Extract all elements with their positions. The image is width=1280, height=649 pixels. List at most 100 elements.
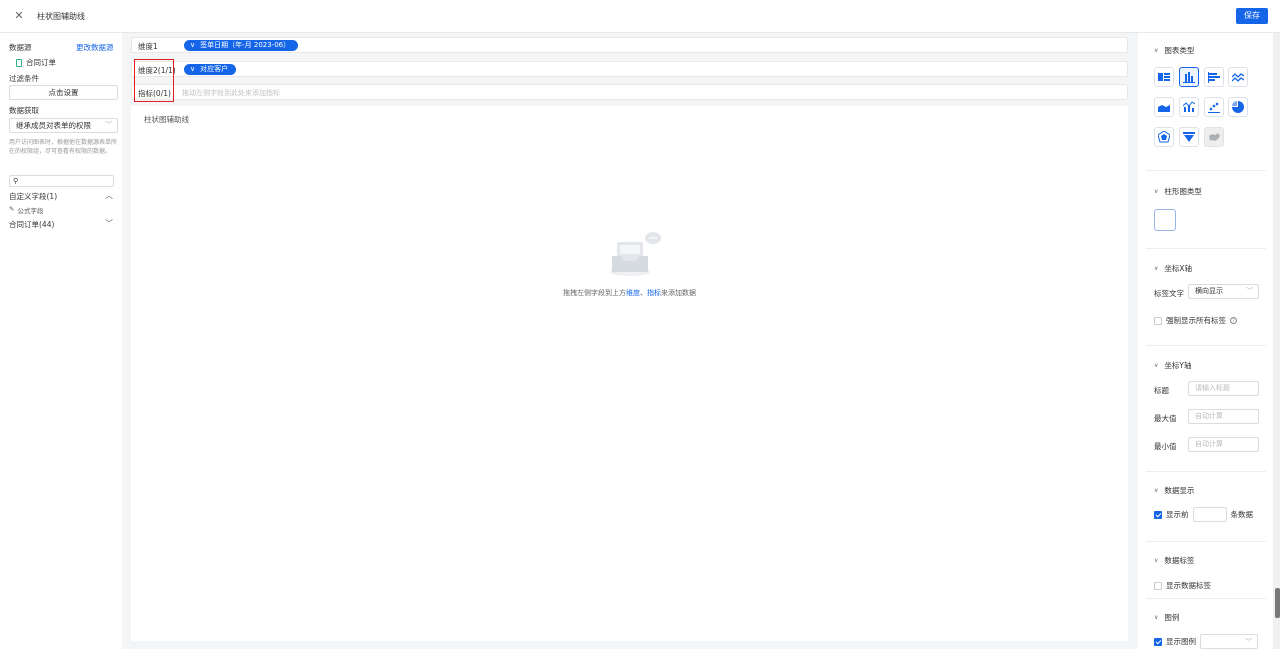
chart-type-funnel[interactable]	[1179, 127, 1199, 147]
chevron-down-icon: ﹀	[105, 121, 112, 129]
chart-type-line[interactable]	[1228, 67, 1248, 87]
show-data-label-checkbox[interactable]	[1154, 581, 1162, 590]
formula-field-item[interactable]: ✎ 公式字段	[9, 205, 43, 215]
show-legend-label: 显示图例	[1166, 637, 1196, 646]
permission-description: 用户访问图表时，根据他在数据源表单所在的权限组，尽可查看有权限的数据。	[9, 139, 118, 155]
top-bar: ✕ 柱状图辅助线 保存	[0, 0, 1280, 33]
map-chart-icon	[1209, 133, 1220, 141]
chevron-up-icon: ︿	[105, 191, 113, 200]
fetch-label: 数据获取	[9, 106, 39, 115]
bar-subtype-option[interactable]	[1154, 209, 1176, 231]
divider	[1146, 170, 1266, 171]
contract-fields-label: 合同订单(44)	[9, 220, 55, 229]
empty-hint-separator: 、	[640, 289, 647, 297]
empty-hint-pre: 拖拽左侧字段到上方	[563, 289, 626, 297]
y-title-input[interactable]: 请输入标题	[1188, 381, 1259, 396]
legend-section[interactable]: ∨ 图例	[1154, 612, 1179, 623]
dimension1-row[interactable]: 维度1 ∨ 签单日期（年-月 2023-06）	[131, 37, 1128, 53]
chart-canvas: 柱状图辅助线 拖拽左侧字段到上方维度、指标来添加数据	[131, 106, 1128, 641]
y-axis-section[interactable]: ∨ 坐标Y轴	[1154, 360, 1192, 371]
search-icon: ⚲	[13, 177, 19, 185]
permission-select-value: 继承成员对表单的权限	[16, 121, 91, 130]
chart-type-scatter[interactable]	[1204, 97, 1224, 117]
chart-type-pie[interactable]	[1228, 97, 1248, 117]
divider	[1146, 598, 1266, 599]
chart-type-area[interactable]	[1154, 97, 1174, 117]
filter-set-button[interactable]: 点击设置	[9, 85, 118, 100]
contract-fields-group[interactable]: 合同订单(44) ﹀	[9, 219, 115, 230]
save-button[interactable]: 保存	[1236, 8, 1268, 24]
y-max-input[interactable]: 自动计算	[1188, 409, 1259, 424]
show-first-count-input[interactable]	[1192, 507, 1227, 522]
data-label-section[interactable]: ∨ 数据标签	[1154, 555, 1194, 566]
field-search-input[interactable]: ⚲	[9, 175, 114, 187]
datasource-item[interactable]: 合同订单	[16, 57, 56, 68]
empty-hint-metric: 指标	[647, 289, 661, 297]
dimension1-pill[interactable]: ∨ 签单日期（年-月 2023-06）	[184, 40, 299, 51]
force-show-label: 强制显示所有标签	[1166, 316, 1226, 325]
x-axis-heading: 坐标X轴	[1164, 264, 1193, 273]
y-axis-heading: 坐标Y轴	[1164, 361, 1192, 370]
chart-type-radar[interactable]	[1154, 127, 1174, 147]
left-panel: 数据源 更改数据源 合同订单 过滤条件 点击设置 数据获取 继承成员对表单的权限…	[0, 33, 122, 649]
metric-placeholder: 拖动左侧字段到此处来添加指标	[182, 89, 280, 97]
chart-title: 柱状图辅助线	[144, 115, 189, 124]
line-chart-icon	[1232, 73, 1244, 82]
custom-fields-group[interactable]: 自定义字段(1) ︿	[9, 191, 115, 202]
document-icon	[16, 58, 22, 67]
show-legend-option[interactable]: 显示图例 ﹀	[1154, 634, 1258, 649]
caret-down-icon: ∨	[1154, 47, 1159, 54]
chart-type-table[interactable]	[1154, 67, 1174, 87]
chart-type-horizontal-bar[interactable]	[1204, 67, 1224, 87]
dimension2-row[interactable]: 维度2(1/1) ∨ 对应客户	[131, 61, 1128, 77]
pencil-icon: ✎	[9, 205, 15, 213]
legend-position-select[interactable]: ﹀	[1200, 634, 1258, 649]
metric-row[interactable]: 指标(0/1) 拖动左侧字段到此处来添加指标	[131, 84, 1128, 100]
bar-type-section[interactable]: ∨ 柱形图类型	[1154, 186, 1202, 197]
show-data-label-option[interactable]: 显示数据标签	[1154, 580, 1211, 591]
chevron-down-icon: ﹀	[1246, 287, 1253, 295]
y-min-input[interactable]: 自动计算	[1188, 437, 1259, 452]
chart-type-heading: 图表类型	[1164, 46, 1195, 55]
bar-chart-icon	[1183, 72, 1195, 83]
chart-type-section[interactable]: ∨ 图表类型	[1154, 45, 1194, 56]
formula-field-label: 公式字段	[17, 207, 44, 215]
chart-type-bar[interactable]	[1179, 67, 1199, 87]
show-first-checkbox[interactable]	[1154, 510, 1162, 519]
label-text-select[interactable]: 横向显示 ﹀	[1188, 284, 1259, 299]
bar-type-heading: 柱形图类型	[1164, 187, 1202, 196]
show-first-option[interactable]: 显示前 条数据	[1154, 507, 1253, 522]
funnel-chart-icon	[1183, 132, 1195, 142]
empty-inbox-icon	[610, 232, 661, 276]
x-axis-section[interactable]: ∨ 坐标X轴	[1154, 263, 1192, 274]
permission-select[interactable]: 继承成员对表单的权限 ﹀	[9, 118, 118, 133]
right-panel: ∨ 图表类型 ∨ 柱形图类型 ∨ 坐标X轴 标签文字 横向显示 ﹀ 强制显示所有…	[1138, 33, 1273, 649]
legend-heading: 图例	[1164, 613, 1180, 622]
close-icon[interactable]: ✕	[12, 9, 26, 23]
dimension2-pill[interactable]: ∨ 对应客户	[184, 64, 237, 75]
label-text-value: 横向显示	[1195, 287, 1223, 295]
chart-type-map[interactable]	[1204, 127, 1224, 147]
change-datasource-link[interactable]: 更改数据源	[76, 42, 114, 53]
area-chart-icon	[1158, 105, 1170, 112]
show-data-label-label: 显示数据标签	[1166, 581, 1211, 590]
table-chart-icon	[1158, 73, 1170, 81]
force-show-labels-option[interactable]: 强制显示所有标签 ?	[1154, 315, 1237, 326]
datasource-item-label: 合同订单	[26, 58, 56, 67]
horizontal-bar-icon	[1208, 72, 1220, 83]
help-icon[interactable]: ?	[1230, 317, 1237, 324]
show-legend-checkbox[interactable]	[1154, 637, 1162, 646]
empty-hint: 拖拽左侧字段到上方维度、指标来添加数据	[131, 288, 1128, 298]
scrollbar-thumb[interactable]	[1275, 588, 1280, 618]
chart-type-combo[interactable]	[1179, 97, 1199, 117]
empty-hint-post: 来添加数据	[661, 289, 696, 297]
force-show-checkbox[interactable]	[1154, 316, 1162, 325]
dimension1-pill-label: 签单日期（年-月 2023-06）	[200, 41, 291, 49]
y-title-label: 标题	[1154, 386, 1169, 395]
chevron-down-icon: ﹀	[105, 219, 113, 228]
data-display-section[interactable]: ∨ 数据显示	[1154, 485, 1194, 496]
caret-down-icon: ∨	[1154, 265, 1159, 272]
filter-label: 过滤条件	[9, 74, 39, 83]
scrollbar-track[interactable]	[1273, 33, 1280, 649]
highlight-box	[134, 59, 174, 102]
